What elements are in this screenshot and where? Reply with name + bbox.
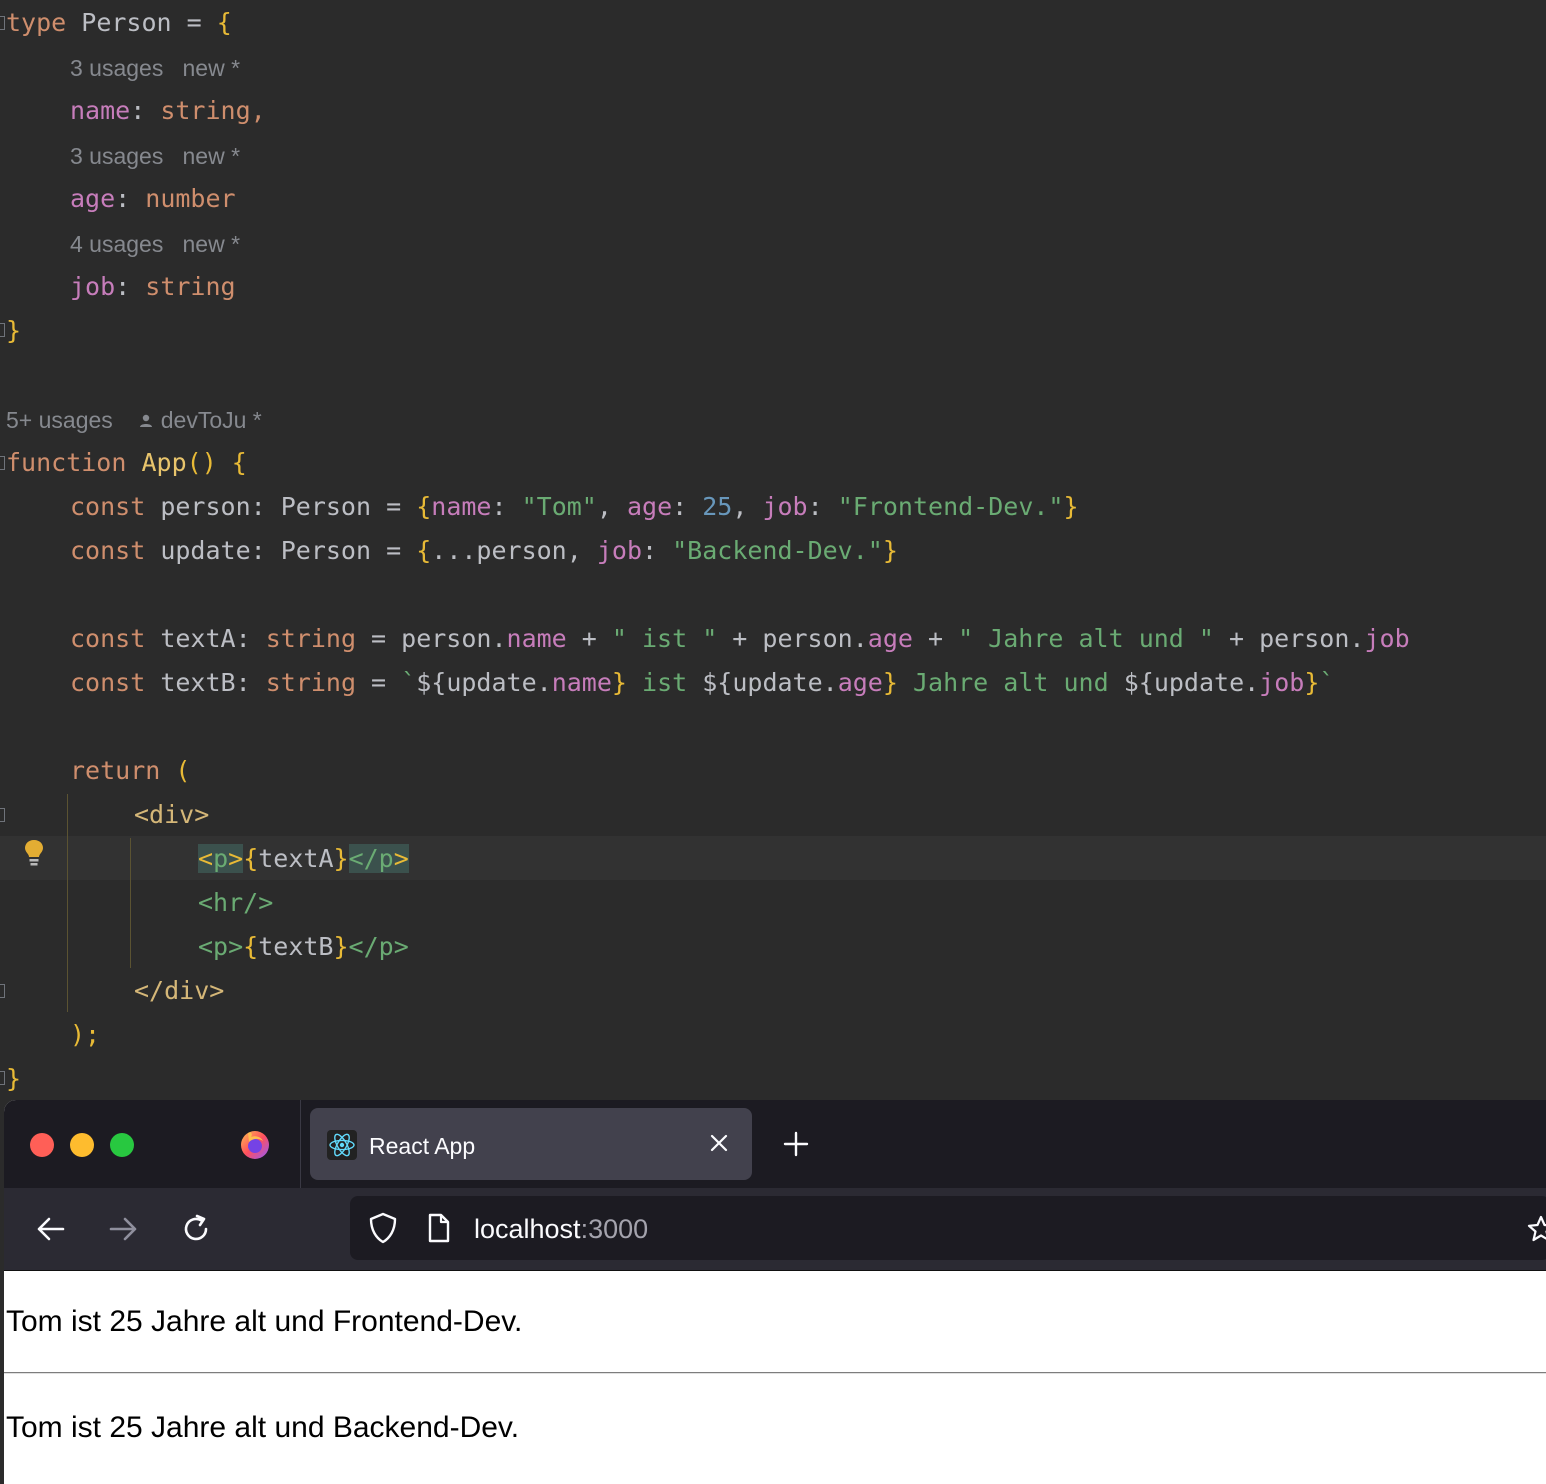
browser-window: React App localhost:3000 Tom ist 25 Jahr… (4, 1100, 1546, 1484)
tab-divider (300, 1100, 301, 1188)
tab-react-app[interactable]: React App (310, 1108, 752, 1180)
horizontal-rule (4, 1372, 1546, 1374)
close-window-button[interactable] (30, 1133, 54, 1157)
url-host: localhost (474, 1214, 581, 1244)
react-icon (327, 1130, 357, 1160)
tab-title: React App (369, 1133, 476, 1159)
url-text[interactable]: localhost:3000 (474, 1196, 648, 1262)
fold-marker-icon[interactable] (0, 456, 5, 470)
prop-name: age (70, 184, 116, 213)
code-line-const-textb: const textB: string = `${update.name} is… (70, 668, 1335, 697)
prop-colon: : (130, 96, 161, 125)
code-line-p-textb: <p>{textB}</p> (198, 932, 409, 961)
usages-hint-name[interactable]: 3 usages new * (70, 46, 240, 90)
code-line-prop-name: name: string, (70, 89, 266, 133)
keyword-type: type (6, 8, 67, 37)
indent-guide (130, 838, 131, 968)
code-line-div-open: <div> (134, 800, 210, 829)
code-line-type-decl: type Person = { (6, 1, 232, 45)
code-line-return-close: ); (70, 1020, 101, 1049)
open-brace: { (216, 8, 232, 37)
code-line-prop-job: job: string (70, 265, 236, 309)
paragraph-text-a: Tom ist 25 Jahre alt und Frontend-Dev. (6, 1305, 523, 1338)
code-line-p-texta: <p>{textA}</p> (198, 844, 409, 873)
usages-hint-job[interactable]: 4 usages new * (70, 222, 240, 266)
code-line-function-decl: function App() { (6, 441, 247, 485)
minimize-window-button[interactable] (70, 1133, 94, 1157)
code-line-close-brace: } (6, 316, 22, 345)
person-icon (140, 414, 153, 427)
shield-icon[interactable] (368, 1212, 398, 1244)
author-name: devToJu * (160, 407, 262, 433)
navigation-bar: localhost:3000 (4, 1188, 1546, 1271)
firefox-logo-icon[interactable] (239, 1128, 271, 1160)
page-icon[interactable] (426, 1212, 452, 1244)
usages-hint-age[interactable]: 3 usages new * (70, 134, 240, 178)
fold-marker-icon[interactable] (0, 984, 5, 998)
prop-colon: : (115, 184, 146, 213)
prop-type: number (145, 184, 236, 213)
open-brace: { (231, 448, 247, 477)
prop-name: name (70, 96, 131, 125)
star-icon[interactable] (1526, 1214, 1546, 1244)
code-line-const-update: const update: Person = {...person, job: … (70, 536, 898, 565)
code-line-prop-age: age: number (70, 177, 236, 221)
indent-guide (67, 794, 68, 1012)
forward-arrow-icon[interactable] (106, 1212, 140, 1246)
code-line-const-person: const person: Person = {name: "Tom", age… (70, 492, 1079, 521)
code-line-return: return ( (70, 756, 191, 785)
prop-type: string (145, 272, 236, 301)
code-line-function-close: } (6, 1064, 22, 1093)
code-line-hr: <hr/> (198, 888, 274, 917)
tab-bar: React App (4, 1100, 1546, 1188)
close-icon[interactable] (706, 1130, 732, 1156)
keyword-function: function (6, 448, 127, 477)
url-port: :3000 (580, 1214, 649, 1244)
fold-marker-icon[interactable] (0, 323, 5, 337)
code-line-const-texta: const textA: string = person.name + " is… (70, 624, 1410, 653)
url-bar[interactable]: localhost:3000 (350, 1196, 1546, 1260)
code-line-div-close: </div> (134, 976, 225, 1005)
function-name: App (141, 448, 187, 477)
function-parens: () (186, 448, 232, 477)
back-arrow-icon[interactable] (34, 1212, 68, 1246)
reload-icon[interactable] (179, 1212, 213, 1246)
prop-name: job (70, 272, 116, 301)
prop-type: string, (160, 96, 266, 125)
code-editor[interactable]: type Person = { 3 usages new * name: str… (0, 0, 1546, 1100)
type-name: Person = (66, 8, 217, 37)
usages-hint-app[interactable]: 5+ usages devToJu * (6, 398, 262, 442)
page-content: Tom ist 25 Jahre alt und Frontend-Dev. T… (4, 1271, 1546, 1484)
maximize-window-button[interactable] (110, 1133, 134, 1157)
usages-count: 5+ usages (6, 407, 113, 433)
paragraph-text-b: Tom ist 25 Jahre alt und Backend-Dev. (6, 1411, 520, 1444)
lightbulb-icon[interactable] (22, 838, 46, 868)
fold-marker-icon[interactable] (0, 16, 5, 30)
fold-marker-icon[interactable] (0, 1071, 5, 1085)
prop-colon: : (115, 272, 146, 301)
fold-marker-icon[interactable] (0, 808, 5, 822)
plus-icon[interactable] (782, 1130, 810, 1158)
